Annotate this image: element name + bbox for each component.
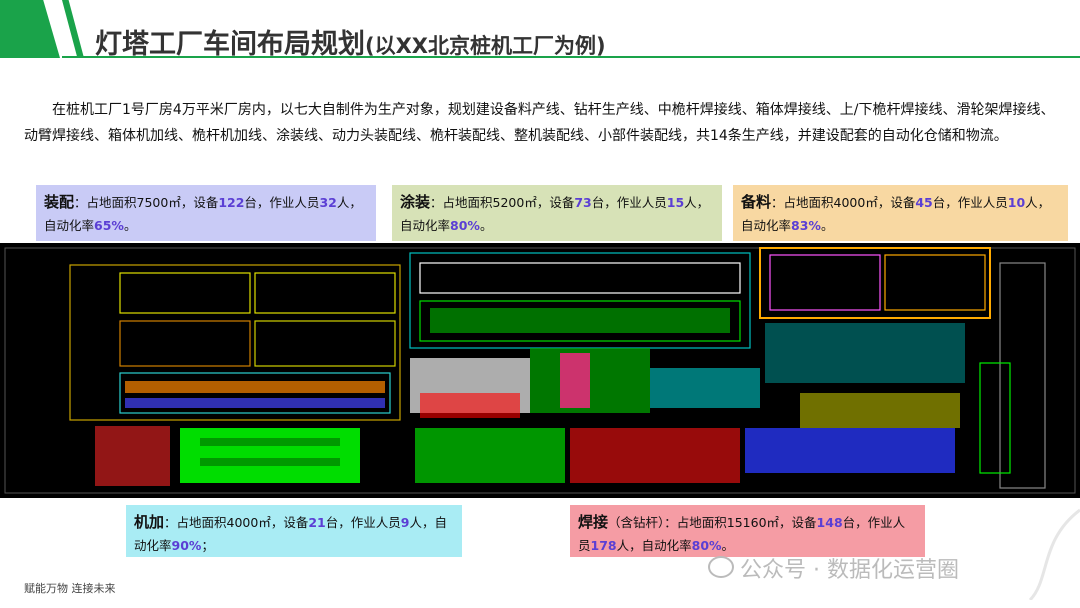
title-main: 灯塔工厂车间布局规划 bbox=[95, 29, 365, 60]
coating-staff: 15 bbox=[666, 195, 685, 210]
welding-rate: 80% bbox=[691, 538, 722, 553]
welding-info-box: 焊接（含钻杆）：占地面积15160㎡，设备148台，作业人员178人，自动化率8… bbox=[570, 505, 925, 557]
machining-equip: 21 bbox=[308, 515, 326, 530]
assembly-staff: 32 bbox=[319, 195, 337, 210]
welding-staff: 178 bbox=[590, 538, 617, 553]
coating-info-box: 涂装：占地面积5200㎡，设备73台，作业人员15人，自动化率80%。 bbox=[392, 185, 722, 241]
header-green-stripe bbox=[62, 0, 84, 58]
welding-text-1: ：占地面积15160㎡，设备 bbox=[664, 515, 817, 530]
assembly-info-box: 装配：占地面积7500㎡，设备122台，作业人员32人，自动化率65%。 bbox=[36, 185, 376, 241]
welding-text-3: 人，自动化率 bbox=[616, 538, 692, 553]
coating-text-4: 。 bbox=[479, 218, 493, 233]
welding-text-4: 。 bbox=[721, 538, 735, 553]
welding-suffix: （含钻杆） bbox=[608, 515, 665, 530]
coating-text-2: 台，作业人员 bbox=[591, 195, 667, 210]
machining-text-4: ； bbox=[201, 538, 214, 553]
material-equip: 45 bbox=[915, 195, 933, 210]
machining-name: 机加 bbox=[134, 513, 165, 531]
title-subtitle: (以XX北京桩机工厂为例) bbox=[365, 34, 606, 58]
wechat-icon bbox=[708, 556, 734, 578]
coating-rate: 80% bbox=[450, 218, 480, 233]
page-title: 灯塔工厂车间布局规划(以XX北京桩机工厂为例) bbox=[95, 22, 606, 61]
machining-text-2: 台，作业人员 bbox=[325, 515, 401, 530]
floor-plan-drawing bbox=[4, 247, 1076, 494]
material-name: 备料 bbox=[741, 193, 772, 211]
intro-paragraph: 在桩机工厂1号厂房4万平米厂房内，以七大自制件为生产对象，规划建设备料产线、钻杆… bbox=[24, 102, 1055, 144]
coating-equip: 73 bbox=[574, 195, 592, 210]
assembly-rate: 65% bbox=[94, 218, 124, 233]
assembly-name: 装配 bbox=[44, 193, 75, 211]
material-text-2: 台，作业人员 bbox=[932, 195, 1008, 210]
coating-text-1: ：占地面积5200㎡，设备 bbox=[430, 195, 575, 210]
machining-text-1: ：占地面积4000㎡，设备 bbox=[164, 515, 309, 530]
assembly-text-4: 。 bbox=[123, 218, 137, 233]
assembly-text-2: 台，作业人员 bbox=[244, 195, 320, 210]
header-green-bar bbox=[0, 0, 60, 58]
welding-equip: 148 bbox=[816, 515, 843, 530]
material-text-1: ：占地面积4000㎡，设备 bbox=[771, 195, 916, 210]
assembly-equip: 122 bbox=[218, 195, 245, 210]
footer-slogan: 赋能万物 连接未来 bbox=[24, 582, 116, 595]
material-rate: 83% bbox=[791, 218, 821, 233]
material-info-box: 备料：占地面积4000㎡，设备45台，作业人员10人，自动化率83%。 bbox=[733, 185, 1068, 241]
machining-rate: 90% bbox=[171, 538, 202, 553]
factory-floor-plan bbox=[0, 243, 1080, 498]
corner-decoration bbox=[1028, 508, 1080, 600]
material-text-4: 。 bbox=[820, 218, 834, 233]
watermark-text: 公众号 · 数据化运营圈 bbox=[740, 558, 959, 583]
assembly-text-1: ：占地面积7500㎡，设备 bbox=[74, 195, 219, 210]
coating-name: 涂装 bbox=[400, 193, 431, 211]
welding-name: 焊接 bbox=[578, 513, 609, 531]
material-staff: 10 bbox=[1007, 195, 1026, 210]
machining-info-box: 机加：占地面积4000㎡，设备21台，作业人员9人，自动化率90%； bbox=[126, 505, 462, 557]
